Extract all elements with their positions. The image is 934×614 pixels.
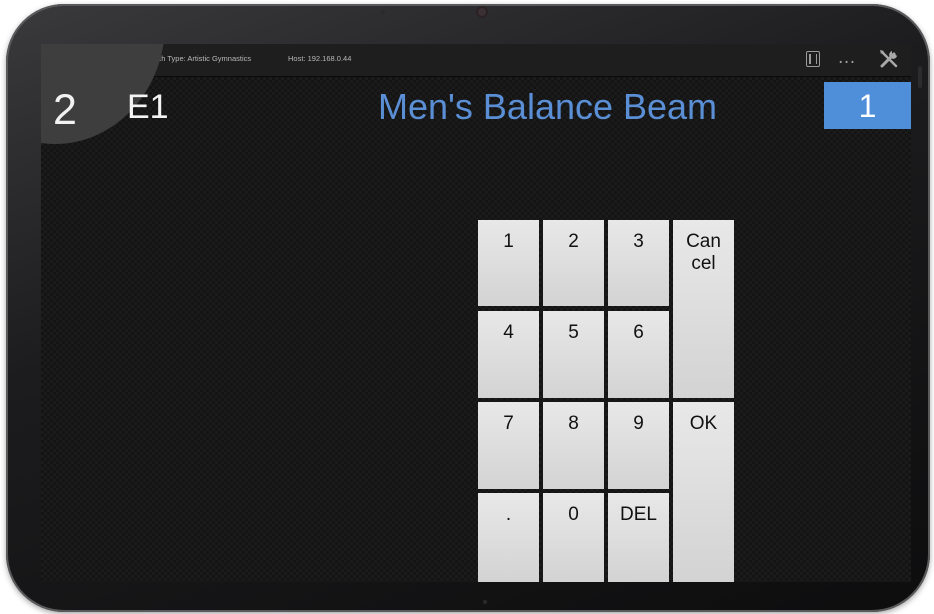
key-7[interactable]: 7 [478, 402, 539, 489]
judge-label: E1 [127, 88, 169, 126]
panel-number: 2 [53, 86, 77, 134]
app-screen: ((ꞏꞏ)) Match Type: Artistic Gymnastics H… [41, 44, 911, 582]
status-bar: ((ꞏꞏ)) Match Type: Artistic Gymnastics H… [41, 44, 911, 77]
key-6[interactable]: 6 [608, 311, 669, 398]
more-icon[interactable]: ... [838, 48, 856, 68]
key-5[interactable]: 5 [543, 311, 604, 398]
rotation-badge: 1 [824, 82, 911, 129]
delete-button[interactable]: DEL [608, 493, 669, 582]
key-9[interactable]: 9 [608, 402, 669, 489]
tools-icon[interactable] [876, 46, 902, 72]
bottom-dot [483, 600, 487, 604]
sensor-dot [381, 10, 385, 14]
side-button[interactable] [918, 66, 922, 88]
key-3[interactable]: 3 [608, 220, 669, 306]
cancel-button[interactable]: Can cel [673, 220, 734, 398]
key-2[interactable]: 2 [543, 220, 604, 306]
event-title: Men's Balance Beam [378, 86, 718, 127]
key-8[interactable]: 8 [543, 402, 604, 489]
ok-button[interactable]: OK [673, 402, 734, 582]
film-icon[interactable] [806, 51, 820, 67]
key-4[interactable]: 4 [478, 311, 539, 398]
key-0[interactable]: 0 [543, 493, 604, 582]
key-1[interactable]: 1 [478, 220, 539, 306]
front-camera [476, 6, 488, 18]
sensor-dot [516, 10, 520, 14]
key-decimal[interactable]: . [478, 493, 539, 582]
host-label: Host: 192.168.0.44 [288, 54, 352, 63]
